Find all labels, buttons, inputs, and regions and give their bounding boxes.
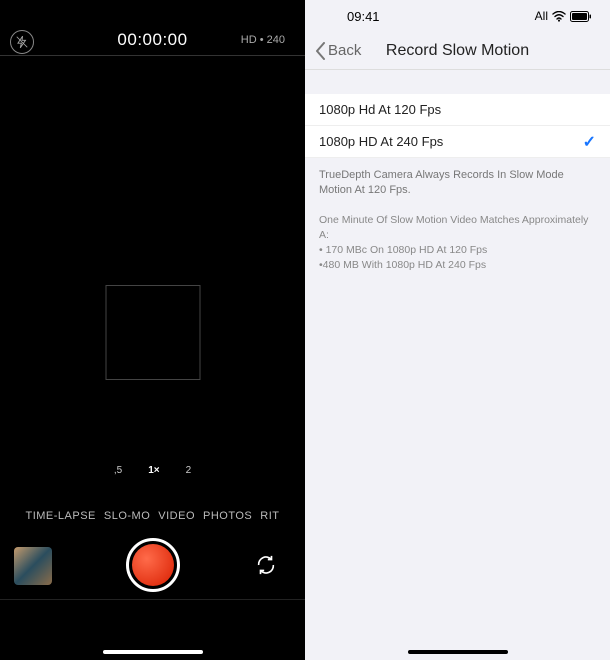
back-button[interactable]: Back [315,42,361,60]
mode-portrait[interactable]: RIT [260,510,279,522]
zoom-default[interactable]: 1× [148,465,159,476]
battery-icon [570,11,592,22]
status-right-icons: All [535,9,592,23]
footer-description: TrueDepth Camera Always Records In Slow … [305,158,610,272]
nav-bar: Back Record Slow Motion [305,32,610,70]
checkmark-icon: ✓ [583,132,596,152]
settings-screen: 09:41 All Back Record Slow Motion 1080p … [305,0,610,660]
record-button[interactable] [126,538,180,592]
slomo-options-list: 1080p Hd At 120 Fps 1080p HD At 240 Fps … [305,94,610,158]
record-button-inner [132,544,174,586]
back-label: Back [328,42,361,59]
page-title: Record Slow Motion [386,42,529,60]
mode-video[interactable]: VIDEO [158,510,195,522]
footer-line1: TrueDepth Camera Always Records In Slow … [319,168,596,199]
footer-bullet1: • 170 MBc On 1080p HD At 120 Fps [319,243,596,258]
zoom-wide[interactable]: ,5 [114,465,122,476]
option-120fps[interactable]: 1080p Hd At 120 Fps [305,94,610,126]
camera-app: 00:00:00 HD • 240 ,5 1× 2 TIME-LAPSE SLO… [0,0,305,660]
mode-slomo[interactable]: SLO-MO [104,510,150,522]
zoom-selector[interactable]: ,5 1× 2 [114,465,191,476]
switch-camera-icon [255,554,277,576]
mode-timelapse[interactable]: TIME-LAPSE [25,510,95,522]
chevron-left-icon [315,42,326,60]
flash-off-icon [15,35,29,49]
viewfinder-frame-bottom [0,599,305,600]
home-indicator[interactable] [103,650,203,654]
switch-camera-button[interactable] [253,552,279,578]
status-bar: 09:41 All [305,0,610,32]
viewfinder-frame-top [0,55,305,56]
camera-mode-selector[interactable]: TIME-LAPSE SLO-MO VIDEO PHOTOS RIT [0,510,305,522]
wifi-icon [552,11,566,22]
status-time: 09:41 [347,9,380,24]
home-indicator[interactable] [408,650,508,654]
carrier-label: All [535,9,548,23]
option-label: 1080p Hd At 120 Fps [319,102,441,117]
last-photo-thumbnail[interactable] [14,547,52,585]
flash-toggle-button[interactable] [10,30,34,54]
option-240fps[interactable]: 1080p HD At 240 Fps ✓ [305,126,610,158]
footer-bullet2: •480 MB With 1080p HD At 240 Fps [319,258,596,273]
quality-indicator[interactable]: HD • 240 [241,34,285,46]
mode-photo[interactable]: PHOTOS [203,510,252,522]
zoom-tele[interactable]: 2 [186,465,192,476]
option-label: 1080p HD At 240 Fps [319,134,443,149]
focus-indicator[interactable] [105,285,200,380]
recording-timer: 00:00:00 [117,30,187,50]
footer-line2: One Minute Of Slow Motion Video Matches … [319,213,596,242]
